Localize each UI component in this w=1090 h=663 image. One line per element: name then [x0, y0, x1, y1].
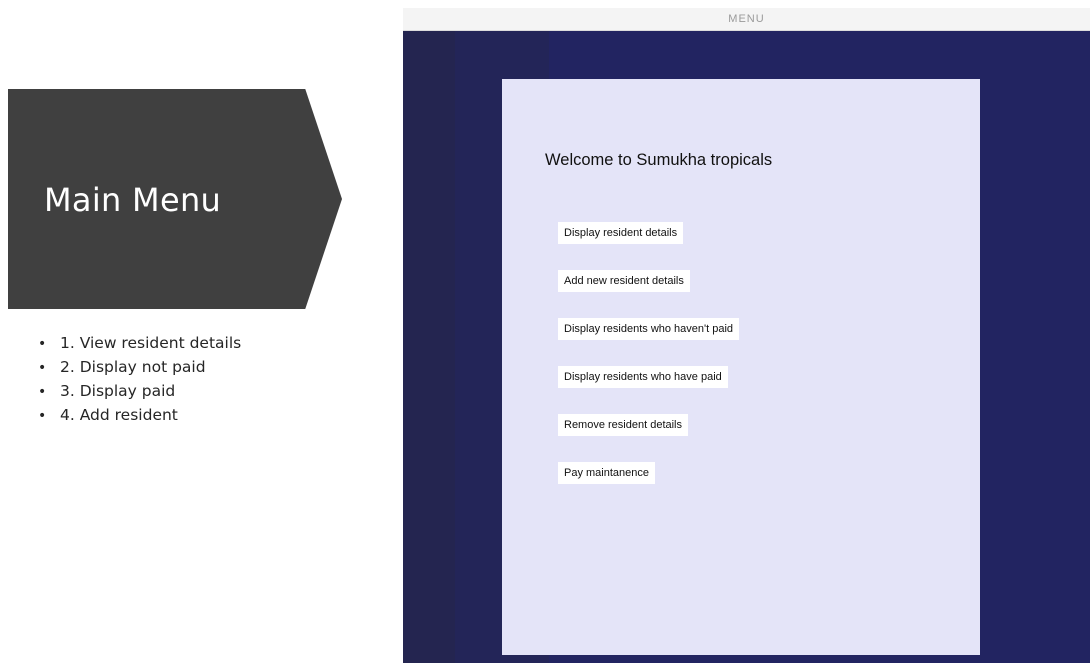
bullet-icon: • [38, 384, 47, 400]
add-new-resident-button[interactable]: Add new resident details [558, 270, 690, 292]
slide-bullet-item: • 2. Display not paid [38, 356, 241, 380]
menu-card: Welcome to Sumukha tropicals Display res… [502, 79, 980, 655]
display-resident-details-button[interactable]: Display resident details [558, 222, 684, 244]
menu-window: MENU Welcome to Sumukha tropicals Displa… [403, 8, 1090, 663]
slide-bullet-text: 3. Display paid [60, 382, 176, 400]
window-title: MENU [728, 13, 765, 25]
app-background: Welcome to Sumukha tropicals Display res… [403, 31, 1090, 663]
slide-bullet-item: • 1. View resident details [38, 332, 241, 356]
slide-bullet-text: 2. Display not paid [60, 358, 206, 376]
slide-bullet-text: 4. Add resident [60, 406, 178, 424]
bullet-icon: • [38, 360, 47, 376]
slide-bullet-item: • 4. Add resident [38, 404, 241, 428]
slide-bullet-list: • 1. View resident details • 2. Display no… [38, 332, 241, 428]
display-paid-residents-button[interactable]: Display residents who have paid [558, 366, 728, 388]
slide-bullet-text: 1. View resident details [60, 334, 242, 352]
welcome-heading: Welcome to Sumukha tropicals [545, 151, 773, 169]
display-unpaid-residents-button[interactable]: Display residents who haven't paid [558, 318, 740, 340]
slide-bullet-item: • 3. Display paid [38, 380, 241, 404]
banner-title: Main Menu [44, 181, 222, 219]
pay-maintenance-button[interactable]: Pay maintanence [558, 462, 655, 484]
bullet-icon: • [38, 336, 47, 352]
bullet-icon: • [38, 408, 47, 424]
remove-resident-button[interactable]: Remove resident details [558, 414, 689, 436]
window-titlebar[interactable]: MENU [403, 8, 1090, 31]
